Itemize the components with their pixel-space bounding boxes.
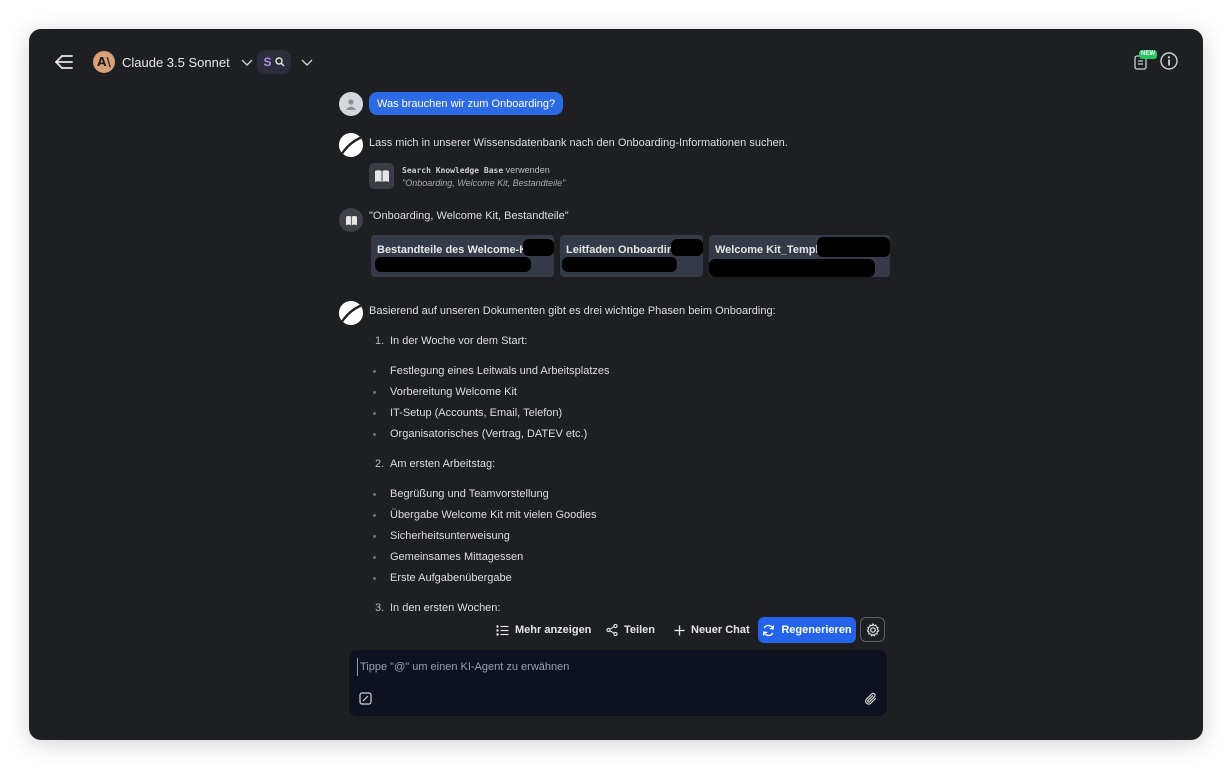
gear-icon xyxy=(866,622,879,637)
agent-selector[interactable]: S xyxy=(257,50,313,74)
info-icon[interactable] xyxy=(1160,52,1178,70)
redaction-block xyxy=(375,257,531,272)
chevron-down-icon xyxy=(241,59,253,66)
source-card[interactable]: Leitfaden Onboarding xyxy=(560,235,703,277)
settings-button[interactable] xyxy=(860,617,885,642)
show-more-button[interactable]: Mehr anzeigen xyxy=(496,617,591,643)
book-icon xyxy=(345,215,357,225)
source-card[interactable]: Welcome Kit_Templat xyxy=(709,235,890,277)
bullet-dot xyxy=(373,433,376,436)
knowledge-base-avatar xyxy=(339,208,363,232)
share-button[interactable]: Teilen xyxy=(606,617,655,643)
list-item: Erste Aufgabenübergabe xyxy=(390,572,512,584)
tool-query: "Onboarding, Welcome Kit, Bestandteile" xyxy=(402,178,566,188)
agent-badge: S xyxy=(257,50,291,74)
redaction-block xyxy=(817,237,890,257)
chevron-down-icon xyxy=(301,59,313,66)
list-item: IT-Setup (Accounts, Email, Telefon) xyxy=(390,407,563,419)
list-item: Gemeinsames Mittagessen xyxy=(390,551,524,563)
share-icon xyxy=(606,624,618,636)
bullet-dot xyxy=(373,577,376,580)
collapse-sidebar-icon[interactable] xyxy=(53,51,75,73)
redaction-block xyxy=(709,259,875,277)
user-message: Was brauchen wir zum Onboarding? xyxy=(369,92,564,115)
bullet-dot xyxy=(373,391,376,394)
regenerate-label: Regenerieren xyxy=(781,624,852,636)
agent-letter: S xyxy=(263,55,272,69)
assistant-logo-icon xyxy=(339,133,363,157)
bullet-dot xyxy=(373,493,376,496)
paperclip-icon[interactable] xyxy=(864,692,878,706)
app-window: A\ Claude 3.5 Sonnet S NEW Was brauchen … xyxy=(29,29,1203,740)
phase-title: In der Woche vor dem Start: xyxy=(390,335,528,347)
bullet-dot xyxy=(373,535,376,538)
bullet-dot xyxy=(373,370,376,373)
list-icon xyxy=(496,624,509,636)
anthropic-logo-icon: A\ xyxy=(93,51,115,73)
phase-title: Am ersten Arbeitstag: xyxy=(390,458,496,470)
assistant-logo-icon xyxy=(339,301,363,325)
answer-intro: Basierend auf unseren Dokumenten gibt es… xyxy=(369,305,776,317)
source-title: Welcome Kit_Templat xyxy=(715,244,829,256)
bullet-dot xyxy=(373,514,376,517)
list-item: Übergabe Welcome Kit mit vielen Goodies xyxy=(390,509,597,521)
user-icon xyxy=(346,99,356,110)
phase-title: In den ersten Wochen: xyxy=(390,602,501,614)
source-title: Leitfaden Onboarding xyxy=(566,244,681,256)
source-title: Bestandteile des Welcome-Kits xyxy=(377,244,541,256)
tool-call-icon-box xyxy=(369,163,394,189)
bullet-dot xyxy=(373,412,376,415)
book-icon xyxy=(374,170,389,182)
tool-call-label: Search Knowledge Base verwenden xyxy=(402,165,550,175)
share-label: Teilen xyxy=(624,624,655,636)
redaction-block xyxy=(671,239,703,256)
model-name: Claude 3.5 Sonnet xyxy=(122,54,230,70)
list-item: Vorbereitung Welcome Kit xyxy=(390,386,517,398)
list-item: Festlegung eines Leitwals und Arbeitspla… xyxy=(390,365,610,377)
phase-number: 2. xyxy=(375,458,385,470)
tool-verb: verwenden xyxy=(505,165,550,175)
new-badge: NEW xyxy=(1139,50,1157,59)
list-item: Sicherheitsunterweisung xyxy=(390,530,510,542)
search-icon xyxy=(274,57,284,67)
redaction-block xyxy=(523,239,554,256)
edit-prompt-icon[interactable] xyxy=(359,692,372,705)
redaction-block xyxy=(562,257,677,272)
phase-number: 1. xyxy=(375,335,385,347)
assistant-intro-text: Lass mich in unserer Wissensdatenbank na… xyxy=(369,137,788,149)
phase-number: 3. xyxy=(375,602,385,614)
knowledge-query: "Onboarding, Welcome Kit, Bestandteile" xyxy=(369,210,569,222)
assistant-avatar xyxy=(339,133,363,157)
bullet-dot xyxy=(373,556,376,559)
message-input[interactable] xyxy=(357,658,860,676)
plus-icon xyxy=(674,625,685,635)
source-card[interactable]: Bestandteile des Welcome-Kits xyxy=(371,235,554,277)
list-item: Begrüßung und Teamvorstellung xyxy=(390,488,549,500)
refresh-icon xyxy=(763,624,775,636)
regenerate-button[interactable]: Regenerieren xyxy=(758,617,856,643)
message-composer xyxy=(349,650,887,716)
list-item: Organisatorisches (Vertrag, DATEV etc.) xyxy=(390,428,588,440)
tool-name: Search Knowledge Base xyxy=(402,166,504,175)
new-chat-button[interactable]: Neuer Chat xyxy=(674,617,750,643)
new-chat-label: Neuer Chat xyxy=(691,624,750,636)
model-selector[interactable]: A\ Claude 3.5 Sonnet xyxy=(93,50,253,74)
user-avatar xyxy=(339,92,363,116)
show-more-label: Mehr anzeigen xyxy=(515,624,592,636)
assistant-avatar xyxy=(339,301,363,325)
